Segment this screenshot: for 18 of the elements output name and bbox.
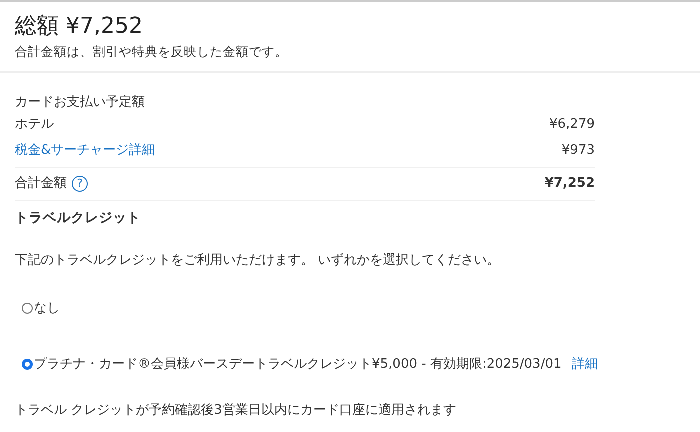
row-label: 合計金額	[15, 175, 67, 193]
breakdown-heading: カードお支払い予定額	[15, 94, 146, 112]
details-link[interactable]: 詳細	[572, 355, 598, 373]
option-label[interactable]: なし	[34, 299, 60, 317]
total-title: 総額 ¥7,252	[15, 13, 144, 41]
help-icon[interactable]: ?	[72, 176, 88, 192]
row-amount: ¥973	[562, 142, 595, 160]
total-note: 合計金額は、割引や特典を反映した金額です。	[15, 44, 289, 61]
row-amount: ¥7,252	[544, 175, 595, 193]
section-title: トラベルクレジット	[15, 209, 142, 227]
radio-button[interactable]	[22, 358, 33, 370]
tax-details-link[interactable]: 税金&サーチャージ詳細	[15, 141, 156, 161]
row-label: ホテル	[15, 116, 54, 134]
option-label[interactable]: プラチナ・カード®会員様バースデートラベルクレジット¥5,000 - 有効期限:2025/03/01	[34, 355, 562, 373]
credit-note: トラベル クレジットが予約確認後3営業日以内にカード口座に適用されます	[15, 402, 458, 419]
section-description: 下記のトラベルクレジットをご利用いただけます。 いずれかを選択してください。	[15, 252, 502, 269]
row-amount: ¥6,279	[550, 116, 595, 134]
radio-button[interactable]	[22, 302, 33, 314]
